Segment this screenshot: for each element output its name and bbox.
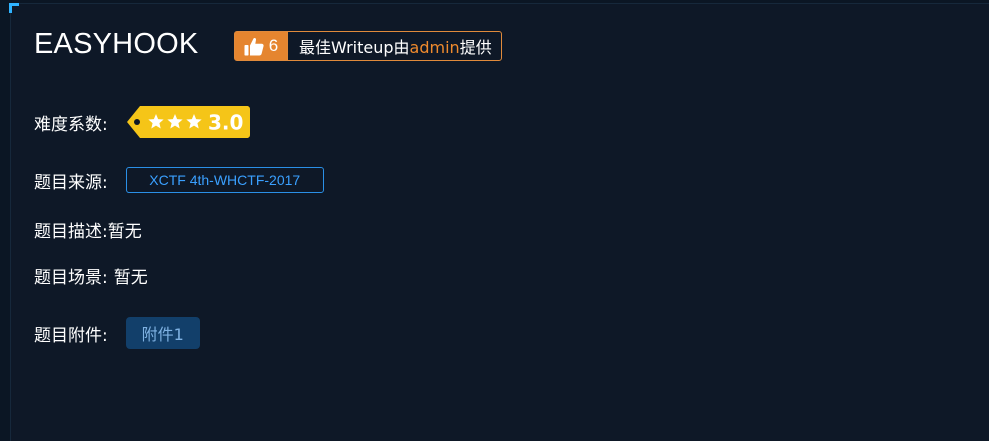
writeup-author-link[interactable]: admin — [410, 38, 460, 57]
description-label: 题目描述: — [34, 222, 108, 242]
difficulty-score: 3.0 — [208, 111, 243, 135]
difficulty-label: 难度系数: — [34, 114, 108, 135]
description-value: 暂无 — [107, 222, 142, 242]
thumbs-up-icon — [244, 37, 264, 56]
challenge-panel — [10, 3, 989, 441]
description-row: 题目描述: 暂无 — [34, 217, 142, 242]
panel-corner-accent — [9, 3, 19, 13]
challenge-title: EASYHOOK — [34, 28, 199, 60]
like-count: 6 — [268, 36, 279, 55]
difficulty-row: 难度系数: 3.0 — [34, 105, 250, 139]
best-writeup-text[interactable]: 最佳Writeup由admin提供 — [299, 34, 492, 58]
attachment-download-button[interactable]: 附件1 — [125, 317, 200, 349]
like-box[interactable]: 6 — [235, 32, 288, 60]
writeup-text-prefix: 最佳Writeup由 — [299, 38, 410, 57]
source-label: 题目来源: — [34, 172, 108, 193]
best-writeup-badge[interactable]: 6 最佳Writeup由admin提供 — [234, 31, 502, 61]
source-tag[interactable]: XCTF 4th-WHCTF-2017 — [125, 167, 324, 193]
scenario-value: 暂无 — [113, 268, 148, 288]
scenario-row: 题目场景: 暂无 — [34, 263, 148, 288]
scenario-label: 题目场景: — [34, 268, 108, 288]
source-row: 题目来源: XCTF 4th-WHCTF-2017 — [34, 167, 324, 193]
writeup-text-suffix: 提供 — [459, 38, 492, 57]
attachment-row: 题目附件: 附件1 — [34, 317, 200, 349]
difficulty-tag-shape: 3.0 — [126, 106, 250, 138]
difficulty-tag: 3.0 — [126, 105, 250, 139]
attachment-label: 题目附件: — [34, 325, 108, 346]
